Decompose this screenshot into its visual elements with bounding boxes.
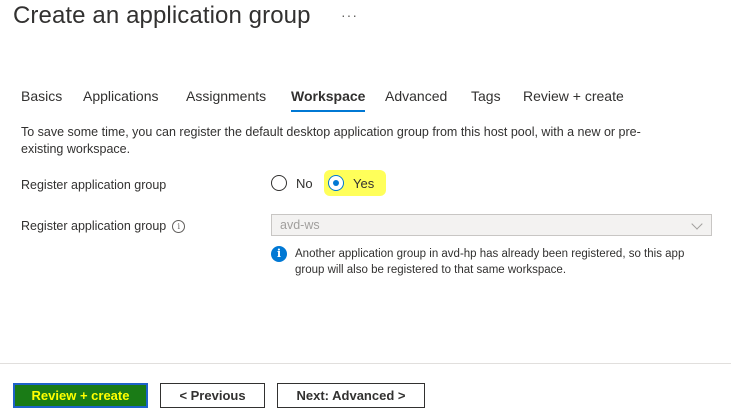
footer-divider bbox=[0, 363, 731, 364]
workspace-label-text: Register application group bbox=[21, 219, 167, 233]
radio-no-label: No bbox=[296, 175, 313, 191]
radio-no-circle[interactable] bbox=[271, 175, 287, 191]
page-title: Create an application group bbox=[13, 2, 311, 29]
workspace-label: Register application group i bbox=[21, 219, 186, 234]
tab-review-create[interactable]: Review + create bbox=[523, 86, 624, 114]
info-icon[interactable]: i bbox=[172, 220, 186, 234]
tab-assignments[interactable]: Assignments bbox=[186, 86, 266, 114]
notice-message: Another application group in avd-hp has … bbox=[295, 248, 685, 276]
review-create-button[interactable]: Review + create bbox=[13, 383, 148, 408]
register-application-group-label: Register application group bbox=[21, 178, 167, 192]
radio-yes-label: Yes bbox=[353, 175, 375, 191]
radio-yes[interactable]: Yes bbox=[328, 173, 374, 193]
radio-no[interactable]: No bbox=[271, 173, 313, 193]
previous-button[interactable]: < Previous bbox=[160, 383, 265, 408]
radio-yes-circle[interactable] bbox=[328, 175, 344, 191]
tab-advanced[interactable]: Advanced bbox=[385, 86, 447, 114]
more-options-icon[interactable]: ··· bbox=[341, 7, 358, 23]
notice-info-icon: i bbox=[271, 246, 287, 262]
tab-basics[interactable]: Basics bbox=[21, 86, 62, 114]
workspace-select[interactable]: avd-ws bbox=[271, 214, 712, 236]
tab-workspace[interactable]: Workspace bbox=[291, 86, 366, 114]
tab-tags[interactable]: Tags bbox=[471, 86, 501, 114]
chevron-down-icon bbox=[691, 218, 703, 230]
workspace-select-value: avd-ws bbox=[280, 218, 320, 232]
workspace-description: To save some time, you can register the … bbox=[21, 125, 641, 156]
tab-applications[interactable]: Applications bbox=[83, 86, 159, 114]
next-advanced-button[interactable]: Next: Advanced > bbox=[277, 383, 425, 408]
